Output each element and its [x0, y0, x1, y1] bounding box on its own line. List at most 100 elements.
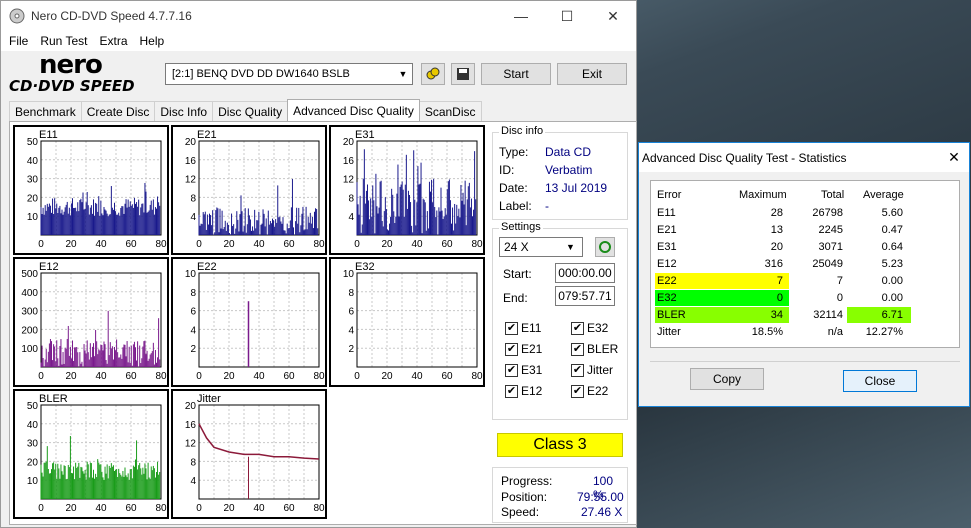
chart-title: E12: [39, 261, 59, 273]
refresh-icon: [599, 241, 611, 253]
table-cell: E12: [657, 258, 677, 270]
tab-advanced-disc-quality[interactable]: Advanced Disc Quality: [287, 99, 420, 121]
table-cell: 7: [836, 275, 843, 287]
close-dialog-button[interactable]: Close: [843, 370, 917, 392]
checkbox-label: E11: [521, 321, 542, 335]
menu-help[interactable]: Help: [134, 34, 171, 48]
tab-bar: Benchmark Create Disc Disc Info Disc Qua…: [9, 99, 482, 121]
y-tick-label: 200: [21, 325, 38, 336]
y-tick-label: 2: [348, 344, 354, 355]
x-tick-label: 0: [196, 371, 202, 382]
speed-label: Speed:: [501, 505, 540, 519]
y-tick-label: 4: [348, 325, 354, 336]
checkbox-label: E22: [587, 384, 609, 398]
checkbox-label: Jitter: [587, 363, 614, 377]
tab-disc-info[interactable]: Disc Info: [154, 101, 214, 121]
tab-disc-quality[interactable]: Disc Quality: [212, 101, 289, 121]
main-window: Nero CD-DVD Speed 4.7.7.16 — ☐ ✕ File Ru…: [0, 0, 637, 528]
checkmark-icon: ✔: [505, 363, 518, 377]
x-tick-label: 40: [411, 371, 423, 382]
y-tick-label: 4: [190, 325, 196, 336]
refresh-button[interactable]: [595, 237, 615, 257]
start-button[interactable]: Start: [481, 63, 551, 85]
table-cell: Jitter: [657, 326, 681, 338]
date-label: Date:: [499, 181, 528, 195]
checkbox-jitter[interactable]: ✔ Jitter: [571, 363, 613, 377]
checkmark-icon: ✔: [505, 342, 518, 356]
checkbox-e32[interactable]: ✔ E32: [571, 321, 608, 335]
table-cell: BLER: [657, 309, 686, 321]
x-tick-label: 40: [95, 371, 107, 382]
checkbox-e22[interactable]: ✔ E22: [571, 384, 608, 398]
x-tick-label: 80: [471, 371, 483, 382]
disc-info-group: Disc info Type: Data CD ID: Verbatim Dat…: [492, 125, 628, 220]
close-button[interactable]: ✕: [590, 1, 636, 31]
tab-benchmark[interactable]: Benchmark: [9, 101, 82, 121]
checkbox-e12[interactable]: ✔ E12: [505, 384, 542, 398]
menu-run-test[interactable]: Run Test: [34, 34, 93, 48]
disc-info-heading: Disc info: [499, 125, 546, 137]
y-tick-label: 10: [27, 476, 39, 487]
y-tick-label: 10: [27, 212, 39, 223]
statistics-table: Error Maximum Total Average E11 28 26798 5.60 E2…: [650, 180, 960, 348]
checkbox-e21[interactable]: ✔ E21: [505, 342, 542, 356]
tab-create-disc[interactable]: Create Disc: [80, 101, 156, 121]
checkmark-icon: ✔: [505, 384, 518, 398]
menu-file[interactable]: File: [3, 34, 34, 48]
drive-select[interactable]: [2:1] BENQ DVD DD DW1640 BSLB ▼: [165, 63, 413, 85]
x-tick-label: 60: [441, 239, 453, 250]
progress-label: Progress:: [501, 474, 553, 488]
speed-select[interactable]: 24 X ▼: [499, 237, 583, 257]
chart-e11: 50 40 30 20 10 0 20 40 60 80 E11: [13, 125, 169, 255]
plot-frame: [198, 404, 320, 500]
x-tick-label: 20: [223, 239, 235, 250]
checkbox-label: E12: [521, 384, 543, 398]
exit-button[interactable]: Exit: [557, 63, 627, 85]
save-button[interactable]: [451, 63, 475, 85]
save-icon: [457, 68, 469, 80]
drive-info-button[interactable]: [421, 63, 445, 85]
menu-extra[interactable]: Extra: [93, 34, 133, 48]
minimize-button[interactable]: —: [498, 1, 544, 31]
y-tick-label: 40: [27, 420, 39, 431]
end-label: End:: [503, 291, 528, 305]
chevron-down-icon: ▼: [566, 242, 575, 252]
table-row: E31 20 3071 0.64: [651, 239, 959, 256]
table-cell: n/a: [827, 326, 843, 338]
table-cell: E21: [657, 224, 677, 236]
dialog-close-icon[interactable]: ✕: [939, 149, 969, 166]
x-tick-label: 40: [253, 239, 265, 250]
checkbox-e11[interactable]: ✔ E11: [505, 321, 541, 335]
checkmark-icon: ✔: [571, 363, 584, 377]
tab-scandisc[interactable]: ScanDisc: [418, 101, 482, 121]
y-tick-label: 30: [27, 439, 39, 450]
chart-e32: 10 8 6 4 2 0 20 40 60 80 E32: [329, 257, 485, 387]
checkmark-icon: ✔: [571, 342, 584, 356]
checkmark-icon: ✔: [571, 321, 584, 335]
copy-button[interactable]: Copy: [690, 368, 764, 390]
table-cell: E32: [657, 292, 677, 304]
logo-word: nero: [39, 50, 103, 80]
checkbox-e31[interactable]: ✔ E31: [505, 363, 542, 377]
maximize-button[interactable]: ☐: [544, 1, 590, 31]
table-cell: 12.27%: [865, 326, 903, 338]
table-cell: 0.00: [881, 275, 903, 287]
y-tick-label: 6: [190, 307, 196, 318]
chart-bler: 50 40 30 20 10 0 20 40 60 80 BLER: [13, 389, 169, 519]
column-header: Maximum: [739, 189, 787, 201]
chart-jitter-plot: 201612840 20 40 60 80Jitter: [185, 393, 325, 514]
chart-jitter: 20 16 12 8 4 0 20 40 60 80 Jitter: [171, 389, 327, 519]
x-tick-label: 40: [95, 239, 107, 250]
y-tick-label: 4: [348, 212, 354, 223]
tab-panel: 50 40 30 20 10 0 20 40 60 80 E11 20 16 12 8 4 0 20 40 60 80 E…: [9, 121, 637, 525]
x-tick-label: 40: [253, 371, 265, 382]
checkbox-bler[interactable]: ✔ BLER: [571, 342, 618, 356]
table-row: E21 13 2245 0.47: [651, 222, 959, 239]
x-tick-label: 80: [313, 503, 325, 514]
y-tick-label: 6: [348, 307, 354, 318]
plot-frame: [198, 272, 320, 368]
end-input[interactable]: 079:57.71: [555, 286, 615, 306]
start-input[interactable]: 000:00.00: [555, 263, 615, 283]
y-tick-label: 20: [27, 193, 39, 204]
table-cell: 2245: [818, 224, 843, 236]
